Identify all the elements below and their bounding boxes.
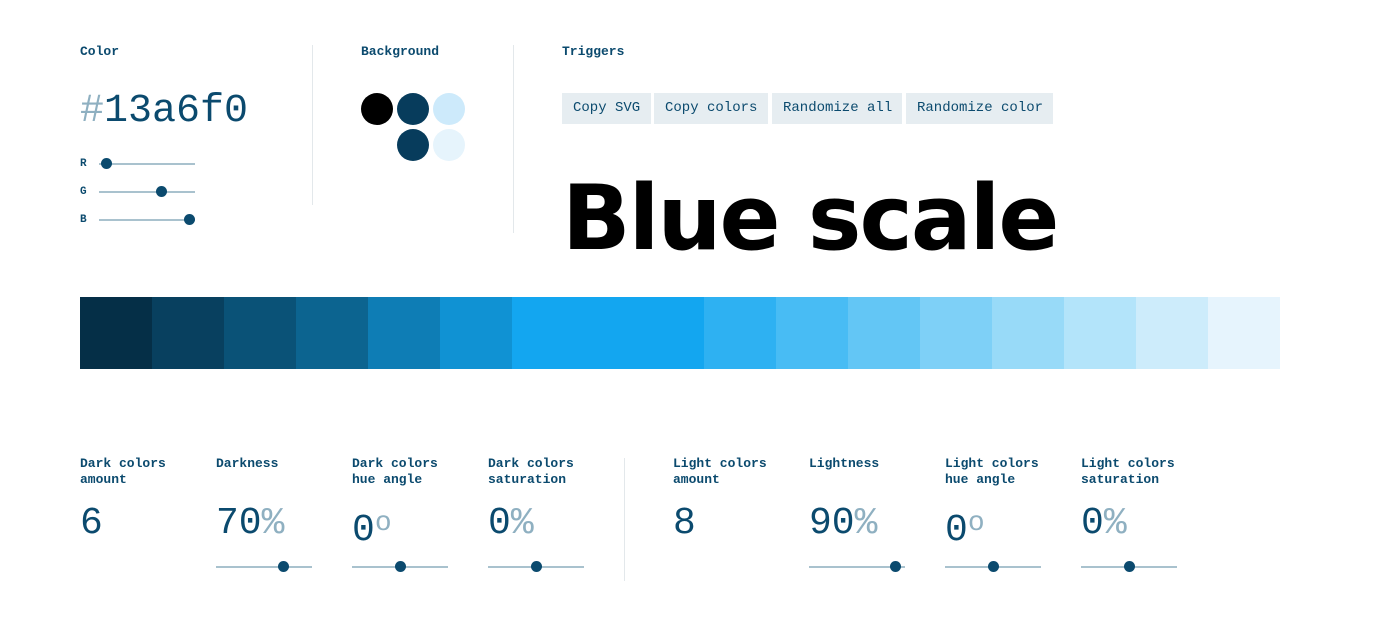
scale-swatch[interactable] — [920, 297, 993, 369]
light-sat-value-display: 0% — [1081, 503, 1127, 545]
dark-sat-slider[interactable] — [488, 560, 584, 574]
light-amount-input[interactable]: 8 — [673, 503, 696, 545]
g-slider[interactable] — [99, 185, 195, 199]
r-row: R — [80, 157, 200, 171]
dark-sat-value-display: 0% — [488, 503, 534, 545]
scale-swatch[interactable] — [152, 297, 224, 369]
g-row: G — [80, 185, 200, 199]
hex-hash: # — [80, 89, 105, 134]
r-slider-track — [99, 163, 195, 165]
darkness-unit: % — [261, 502, 285, 545]
divider — [513, 45, 514, 233]
lightness-slider-thumb[interactable] — [890, 561, 902, 572]
scale-swatch[interactable] — [1208, 297, 1281, 369]
light-hue-label: Light colors hue angle — [945, 456, 1039, 487]
degree-icon: o — [967, 508, 985, 539]
dark-hue-label: Dark colors hue angle — [352, 456, 438, 487]
darkness-slider-track — [216, 566, 312, 568]
scale-swatch[interactable] — [80, 297, 152, 369]
scale-swatch[interactable] — [296, 297, 368, 369]
scale-swatch[interactable] — [1064, 297, 1137, 369]
light-hue-value: 0 — [945, 509, 968, 552]
background-swatch[interactable] — [433, 93, 465, 125]
light-sat-unit: % — [1103, 502, 1127, 545]
darkness-slider[interactable] — [216, 560, 312, 574]
lightness-value: 90 — [809, 502, 855, 545]
scale-swatch[interactable] — [848, 297, 921, 369]
dark-amount-value: 6 — [80, 502, 103, 545]
scale-swatch[interactable] — [440, 297, 512, 369]
light-sat-value: 0 — [1081, 502, 1104, 545]
g-label: G — [80, 186, 87, 198]
background-swatch[interactable] — [397, 129, 429, 161]
r-label: R — [80, 158, 87, 170]
lightness-slider[interactable] — [809, 560, 905, 574]
r-slider-thumb[interactable] — [101, 158, 113, 169]
dark-sat-slider-thumb[interactable] — [531, 561, 542, 572]
randomize-all-button[interactable]: Randomize all — [772, 93, 902, 124]
scale-swatch[interactable] — [704, 297, 777, 369]
dark-amount-label: Dark colors amount — [80, 456, 166, 487]
divider — [312, 45, 313, 205]
dark-sat-label: Dark colors saturation — [488, 456, 574, 487]
dark-hue-slider[interactable] — [352, 560, 448, 574]
r-slider[interactable] — [99, 157, 195, 171]
dark-sat-unit: % — [510, 502, 534, 545]
triggers-section-label: Triggers — [562, 44, 625, 59]
scale-title: Blue scale — [562, 166, 1059, 271]
g-slider-track — [99, 191, 195, 193]
lightness-unit: % — [854, 502, 878, 545]
darkness-slider-thumb[interactable] — [278, 561, 290, 572]
scale-swatch[interactable] — [776, 297, 849, 369]
light-hue-value-display: 0o — [945, 503, 985, 552]
randomize-color-button[interactable]: Randomize color — [906, 93, 1053, 124]
scale-swatch[interactable] — [224, 297, 296, 369]
hex-color-input[interactable]: #13a6f0 — [80, 92, 248, 132]
b-slider-thumb[interactable] — [184, 214, 196, 225]
light-hue-slider[interactable] — [945, 560, 1041, 574]
light-sat-label: Light colors saturation — [1081, 456, 1175, 487]
color-section-label: Color — [80, 44, 120, 59]
dark-sat-value: 0 — [488, 502, 511, 545]
lightness-value-display: 90% — [809, 503, 877, 545]
dark-hue-slider-thumb[interactable] — [395, 561, 406, 572]
degree-icon: o — [374, 508, 392, 539]
light-sat-slider-thumb[interactable] — [1124, 561, 1135, 572]
background-section-label: Background — [361, 44, 440, 59]
dark-hue-value: 0 — [352, 509, 375, 552]
background-swatch[interactable] — [433, 129, 465, 161]
hex-value: 13a6f0 — [104, 89, 249, 134]
background-swatch[interactable] — [361, 93, 393, 125]
dark-amount-input[interactable]: 6 — [80, 503, 103, 545]
scale-swatch[interactable] — [1136, 297, 1209, 369]
g-slider-thumb[interactable] — [156, 186, 168, 197]
b-row: B — [80, 213, 200, 227]
light-hue-slider-thumb[interactable] — [988, 561, 999, 572]
b-label: B — [80, 214, 87, 226]
light-amount-value: 8 — [673, 502, 696, 545]
scale-swatch[interactable] — [512, 297, 705, 369]
background-swatch[interactable] — [397, 93, 429, 125]
light-sat-slider[interactable] — [1081, 560, 1177, 574]
scale-swatch[interactable] — [368, 297, 440, 369]
light-amount-label: Light colors amount — [673, 456, 767, 487]
darkness-value: 70 — [216, 502, 262, 545]
b-slider-track — [99, 219, 195, 221]
divider — [624, 458, 625, 581]
color-scale — [80, 297, 1281, 369]
scale-swatch[interactable] — [992, 297, 1065, 369]
copy-svg-button[interactable]: Copy SVG — [562, 93, 651, 124]
b-slider[interactable] — [99, 213, 196, 227]
darkness-value-display: 70% — [216, 503, 284, 545]
copy-colors-button[interactable]: Copy colors — [654, 93, 768, 124]
lightness-label: Lightness — [809, 456, 880, 471]
darkness-label: Darkness — [216, 456, 279, 471]
dark-hue-value-display: 0o — [352, 503, 392, 552]
